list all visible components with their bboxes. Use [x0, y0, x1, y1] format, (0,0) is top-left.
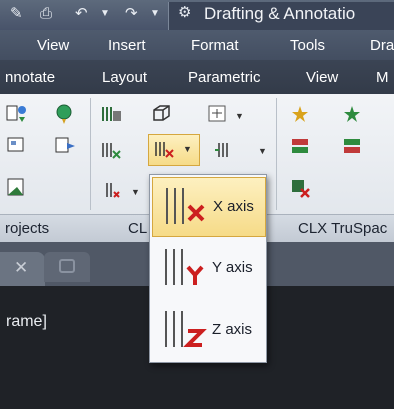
panel-separator — [90, 98, 91, 210]
tab-parametric[interactable]: Parametric — [188, 69, 261, 86]
grid-delete-icon[interactable] — [98, 138, 126, 164]
print-icon[interactable]: ⎙ — [40, 5, 52, 23]
ribbon-tab-bar: nnotate Layout Parametric View M — [0, 60, 394, 94]
chevron-down-icon[interactable]: ▼ — [258, 146, 267, 156]
undo-icon[interactable]: ↶ — [75, 5, 88, 23]
panel-title-clx[interactable]: CL — [128, 220, 147, 237]
menu-tools[interactable]: Tools — [290, 37, 325, 54]
redo-icon[interactable]: ↷ — [125, 5, 138, 23]
truspace-star-icon[interactable] — [288, 102, 316, 128]
menu-draw[interactable]: Dra — [370, 37, 394, 54]
new-tab-button[interactable] — [44, 252, 90, 282]
command-line-text: rame] — [6, 313, 47, 330]
truspace-stack-icon[interactable] — [288, 134, 316, 160]
z-axis-icon — [165, 311, 207, 347]
truspace-delete-icon[interactable] — [288, 176, 316, 202]
panel-title-truspace[interactable]: CLX TruSpac — [298, 220, 387, 237]
project-tool-icon[interactable] — [4, 102, 32, 128]
chevron-down-icon[interactable]: ▼ — [183, 144, 192, 154]
menu-insert[interactable]: Insert — [108, 37, 146, 54]
x-axis-label: X axis — [213, 198, 254, 215]
menu-format[interactable]: Format — [191, 37, 239, 54]
menu-bar: View Insert Format Tools Dra — [0, 30, 394, 60]
document-tab[interactable]: ✕ — [0, 252, 45, 286]
chevron-down-icon[interactable]: ▼ — [235, 111, 244, 121]
move-grid-icon[interactable] — [205, 102, 233, 128]
tab-annotate[interactable]: nnotate — [5, 69, 55, 86]
dropdown-item-x-axis[interactable]: X axis — [152, 177, 266, 237]
dropdown-item-y-axis[interactable]: Y axis — [152, 239, 264, 297]
title-bar: ✎ ⎙ ↶ ▼ ↷ ▼ ⚙ Drafting & Annotatio — [0, 0, 394, 30]
box-icon[interactable] — [148, 102, 176, 128]
grid-extend-icon[interactable] — [212, 138, 240, 164]
dropdown-item-z-axis[interactable]: Z axis — [152, 301, 264, 359]
tab-view[interactable]: View — [306, 69, 338, 86]
workspace-name: Drafting & Annotatio — [204, 4, 356, 23]
gear-icon[interactable]: ⚙ — [178, 4, 191, 22]
close-icon[interactable]: ✕ — [14, 258, 28, 278]
panel-title-projects[interactable]: rojects — [5, 220, 49, 237]
project-browser-icon[interactable] — [4, 134, 32, 160]
chevron-down-icon[interactable]: ▼ — [131, 187, 140, 197]
y-axis-icon — [165, 249, 204, 285]
export-icon[interactable] — [52, 134, 80, 160]
axis-dropdown-menu: X axis Y axis Z axis — [149, 174, 267, 363]
grid-tool-icon[interactable] — [98, 102, 126, 128]
globe-icon[interactable] — [52, 102, 80, 128]
menu-view[interactable]: View — [37, 37, 69, 54]
x-axis-icon — [166, 188, 205, 224]
truspace-star-2-icon[interactable] — [340, 102, 368, 128]
tab-layout[interactable]: Layout — [102, 69, 147, 86]
project-navigator-icon[interactable] — [4, 176, 32, 202]
grid-axis-dropdown-button[interactable]: ▼ — [148, 134, 200, 166]
grid-label-icon[interactable] — [98, 178, 126, 204]
redo-dropdown-icon[interactable]: ▼ — [150, 5, 160, 23]
y-axis-label: Y axis — [212, 259, 253, 276]
truspace-stack-2-icon[interactable] — [340, 134, 368, 160]
panel-separator — [276, 98, 277, 210]
edit-icon[interactable]: ✎ — [10, 5, 23, 23]
tab-more[interactable]: M — [376, 69, 389, 86]
z-axis-label: Z axis — [212, 321, 253, 338]
undo-dropdown-icon[interactable]: ▼ — [100, 5, 110, 23]
